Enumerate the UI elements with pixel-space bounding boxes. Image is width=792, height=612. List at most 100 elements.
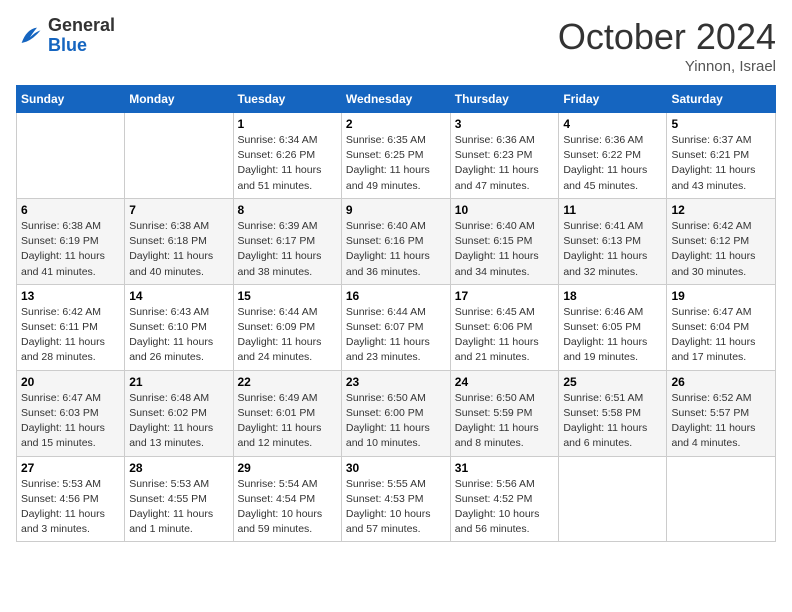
day-info: Sunrise: 5:54 AM Sunset: 4:54 PM Dayligh… bbox=[238, 477, 337, 538]
week-row-5: 27 Sunrise: 5:53 AM Sunset: 4:56 PM Dayli… bbox=[17, 456, 776, 542]
day-number: 19 bbox=[671, 289, 771, 303]
day-info: Sunrise: 5:53 AM Sunset: 4:55 PM Dayligh… bbox=[129, 477, 228, 538]
calendar-cell: 20Sunrise: 6:47 AM Sunset: 6:03 PM Dayli… bbox=[17, 370, 125, 456]
calendar-cell: 31 Sunrise: 5:56 AM Sunset: 4:52 PM Dayli… bbox=[450, 456, 559, 542]
page-header: General Blue October 2024 Yinnon, Israel bbox=[16, 16, 776, 75]
day-number: 10 bbox=[455, 203, 555, 217]
calendar-cell: 9Sunrise: 6:40 AM Sunset: 6:16 PM Daylig… bbox=[341, 198, 450, 284]
day-number: 8 bbox=[238, 203, 337, 217]
calendar-cell: 1Sunrise: 6:34 AM Sunset: 6:26 PM Daylig… bbox=[233, 113, 341, 199]
month-title: October 2024 bbox=[558, 16, 776, 58]
day-info: Sunrise: 6:40 AM Sunset: 6:15 PM Dayligh… bbox=[455, 219, 555, 280]
day-info: Sunrise: 6:47 AM Sunset: 6:04 PM Dayligh… bbox=[671, 305, 771, 366]
day-info: Sunrise: 6:38 AM Sunset: 6:18 PM Dayligh… bbox=[129, 219, 228, 280]
calendar-cell bbox=[667, 456, 776, 542]
calendar-cell: 15Sunrise: 6:44 AM Sunset: 6:09 PM Dayli… bbox=[233, 284, 341, 370]
logo-blue-text: Blue bbox=[48, 36, 115, 56]
day-info: Sunrise: 6:50 AM Sunset: 6:00 PM Dayligh… bbox=[346, 391, 446, 452]
week-row-1: 1Sunrise: 6:34 AM Sunset: 6:26 PM Daylig… bbox=[17, 113, 776, 199]
day-number: 14 bbox=[129, 289, 228, 303]
day-info: Sunrise: 5:53 AM Sunset: 4:56 PM Dayligh… bbox=[21, 477, 120, 538]
day-info: Sunrise: 6:42 AM Sunset: 6:11 PM Dayligh… bbox=[21, 305, 120, 366]
weekday-header-row: SundayMondayTuesdayWednesdayThursdayFrid… bbox=[17, 86, 776, 113]
day-number: 5 bbox=[671, 117, 771, 131]
day-info: Sunrise: 6:35 AM Sunset: 6:25 PM Dayligh… bbox=[346, 133, 446, 194]
calendar-cell: 29 Sunrise: 5:54 AM Sunset: 4:54 PM Dayli… bbox=[233, 456, 341, 542]
day-info: Sunrise: 6:36 AM Sunset: 6:23 PM Dayligh… bbox=[455, 133, 555, 194]
calendar-cell bbox=[125, 113, 233, 199]
day-info: Sunrise: 6:36 AM Sunset: 6:22 PM Dayligh… bbox=[563, 133, 662, 194]
day-info: Sunrise: 6:43 AM Sunset: 6:10 PM Dayligh… bbox=[129, 305, 228, 366]
title-block: October 2024 Yinnon, Israel bbox=[558, 16, 776, 75]
day-number: 31 bbox=[455, 461, 555, 475]
calendar-cell: 16Sunrise: 6:44 AM Sunset: 6:07 PM Dayli… bbox=[341, 284, 450, 370]
week-row-2: 6 Sunrise: 6:38 AM Sunset: 6:19 PM Daylig… bbox=[17, 198, 776, 284]
calendar-cell: 2 Sunrise: 6:35 AM Sunset: 6:25 PM Daylig… bbox=[341, 113, 450, 199]
day-info: Sunrise: 6:39 AM Sunset: 6:17 PM Dayligh… bbox=[238, 219, 337, 280]
day-info: Sunrise: 6:48 AM Sunset: 6:02 PM Dayligh… bbox=[129, 391, 228, 452]
day-number: 6 bbox=[21, 203, 120, 217]
day-number: 11 bbox=[563, 203, 662, 217]
day-number: 27 bbox=[21, 461, 120, 475]
day-number: 21 bbox=[129, 375, 228, 389]
calendar-cell: 11 Sunrise: 6:41 AM Sunset: 6:13 PM Dayli… bbox=[559, 198, 667, 284]
day-info: Sunrise: 6:34 AM Sunset: 6:26 PM Dayligh… bbox=[238, 133, 337, 194]
location-subtitle: Yinnon, Israel bbox=[558, 58, 776, 75]
day-info: Sunrise: 6:50 AM Sunset: 5:59 PM Dayligh… bbox=[455, 391, 555, 452]
calendar-cell: 4 Sunrise: 6:36 AM Sunset: 6:22 PM Daylig… bbox=[559, 113, 667, 199]
day-number: 3 bbox=[455, 117, 555, 131]
day-number: 26 bbox=[671, 375, 771, 389]
calendar-cell: 19 Sunrise: 6:47 AM Sunset: 6:04 PM Dayli… bbox=[667, 284, 776, 370]
day-info: Sunrise: 6:45 AM Sunset: 6:06 PM Dayligh… bbox=[455, 305, 555, 366]
calendar-cell: 13 Sunrise: 6:42 AM Sunset: 6:11 PM Dayli… bbox=[17, 284, 125, 370]
day-info: Sunrise: 6:51 AM Sunset: 5:58 PM Dayligh… bbox=[563, 391, 662, 452]
day-number: 2 bbox=[346, 117, 446, 131]
day-number: 13 bbox=[21, 289, 120, 303]
day-info: Sunrise: 6:46 AM Sunset: 6:05 PM Dayligh… bbox=[563, 305, 662, 366]
day-number: 28 bbox=[129, 461, 228, 475]
day-number: 20 bbox=[21, 375, 120, 389]
calendar-cell: 14 Sunrise: 6:43 AM Sunset: 6:10 PM Dayli… bbox=[125, 284, 233, 370]
calendar-cell: 7 Sunrise: 6:38 AM Sunset: 6:18 PM Daylig… bbox=[125, 198, 233, 284]
weekday-header-sunday: Sunday bbox=[17, 86, 125, 113]
day-info: Sunrise: 5:55 AM Sunset: 4:53 PM Dayligh… bbox=[346, 477, 446, 538]
day-info: Sunrise: 5:56 AM Sunset: 4:52 PM Dayligh… bbox=[455, 477, 555, 538]
weekday-header-saturday: Saturday bbox=[667, 86, 776, 113]
calendar-cell bbox=[559, 456, 667, 542]
calendar-cell: 25 Sunrise: 6:51 AM Sunset: 5:58 PM Dayli… bbox=[559, 370, 667, 456]
logo-bird-icon bbox=[16, 22, 44, 50]
day-number: 22 bbox=[238, 375, 337, 389]
day-number: 15 bbox=[238, 289, 337, 303]
day-number: 12 bbox=[671, 203, 771, 217]
calendar-cell: 3 Sunrise: 6:36 AM Sunset: 6:23 PM Daylig… bbox=[450, 113, 559, 199]
day-number: 4 bbox=[563, 117, 662, 131]
day-number: 29 bbox=[238, 461, 337, 475]
day-number: 25 bbox=[563, 375, 662, 389]
day-number: 17 bbox=[455, 289, 555, 303]
day-number: 30 bbox=[346, 461, 446, 475]
week-row-4: 20Sunrise: 6:47 AM Sunset: 6:03 PM Dayli… bbox=[17, 370, 776, 456]
day-info: Sunrise: 6:41 AM Sunset: 6:13 PM Dayligh… bbox=[563, 219, 662, 280]
weekday-header-tuesday: Tuesday bbox=[233, 86, 341, 113]
day-info: Sunrise: 6:40 AM Sunset: 6:16 PM Dayligh… bbox=[346, 219, 446, 280]
logo: General Blue bbox=[16, 16, 115, 56]
calendar-cell bbox=[17, 113, 125, 199]
calendar-cell: 17 Sunrise: 6:45 AM Sunset: 6:06 PM Dayli… bbox=[450, 284, 559, 370]
calendar-cell: 23Sunrise: 6:50 AM Sunset: 6:00 PM Dayli… bbox=[341, 370, 450, 456]
calendar-cell: 18 Sunrise: 6:46 AM Sunset: 6:05 PM Dayli… bbox=[559, 284, 667, 370]
week-row-3: 13 Sunrise: 6:42 AM Sunset: 6:11 PM Dayli… bbox=[17, 284, 776, 370]
day-info: Sunrise: 6:42 AM Sunset: 6:12 PM Dayligh… bbox=[671, 219, 771, 280]
day-info: Sunrise: 6:38 AM Sunset: 6:19 PM Dayligh… bbox=[21, 219, 120, 280]
day-info: Sunrise: 6:49 AM Sunset: 6:01 PM Dayligh… bbox=[238, 391, 337, 452]
calendar-cell: 30 Sunrise: 5:55 AM Sunset: 4:53 PM Dayli… bbox=[341, 456, 450, 542]
weekday-header-thursday: Thursday bbox=[450, 86, 559, 113]
calendar-cell: 26Sunrise: 6:52 AM Sunset: 5:57 PM Dayli… bbox=[667, 370, 776, 456]
calendar-cell: 24 Sunrise: 6:50 AM Sunset: 5:59 PM Dayli… bbox=[450, 370, 559, 456]
calendar-cell: 22 Sunrise: 6:49 AM Sunset: 6:01 PM Dayli… bbox=[233, 370, 341, 456]
weekday-header-monday: Monday bbox=[125, 86, 233, 113]
day-number: 18 bbox=[563, 289, 662, 303]
calendar-cell: 8 Sunrise: 6:39 AM Sunset: 6:17 PM Daylig… bbox=[233, 198, 341, 284]
day-number: 24 bbox=[455, 375, 555, 389]
day-number: 16 bbox=[346, 289, 446, 303]
day-number: 7 bbox=[129, 203, 228, 217]
